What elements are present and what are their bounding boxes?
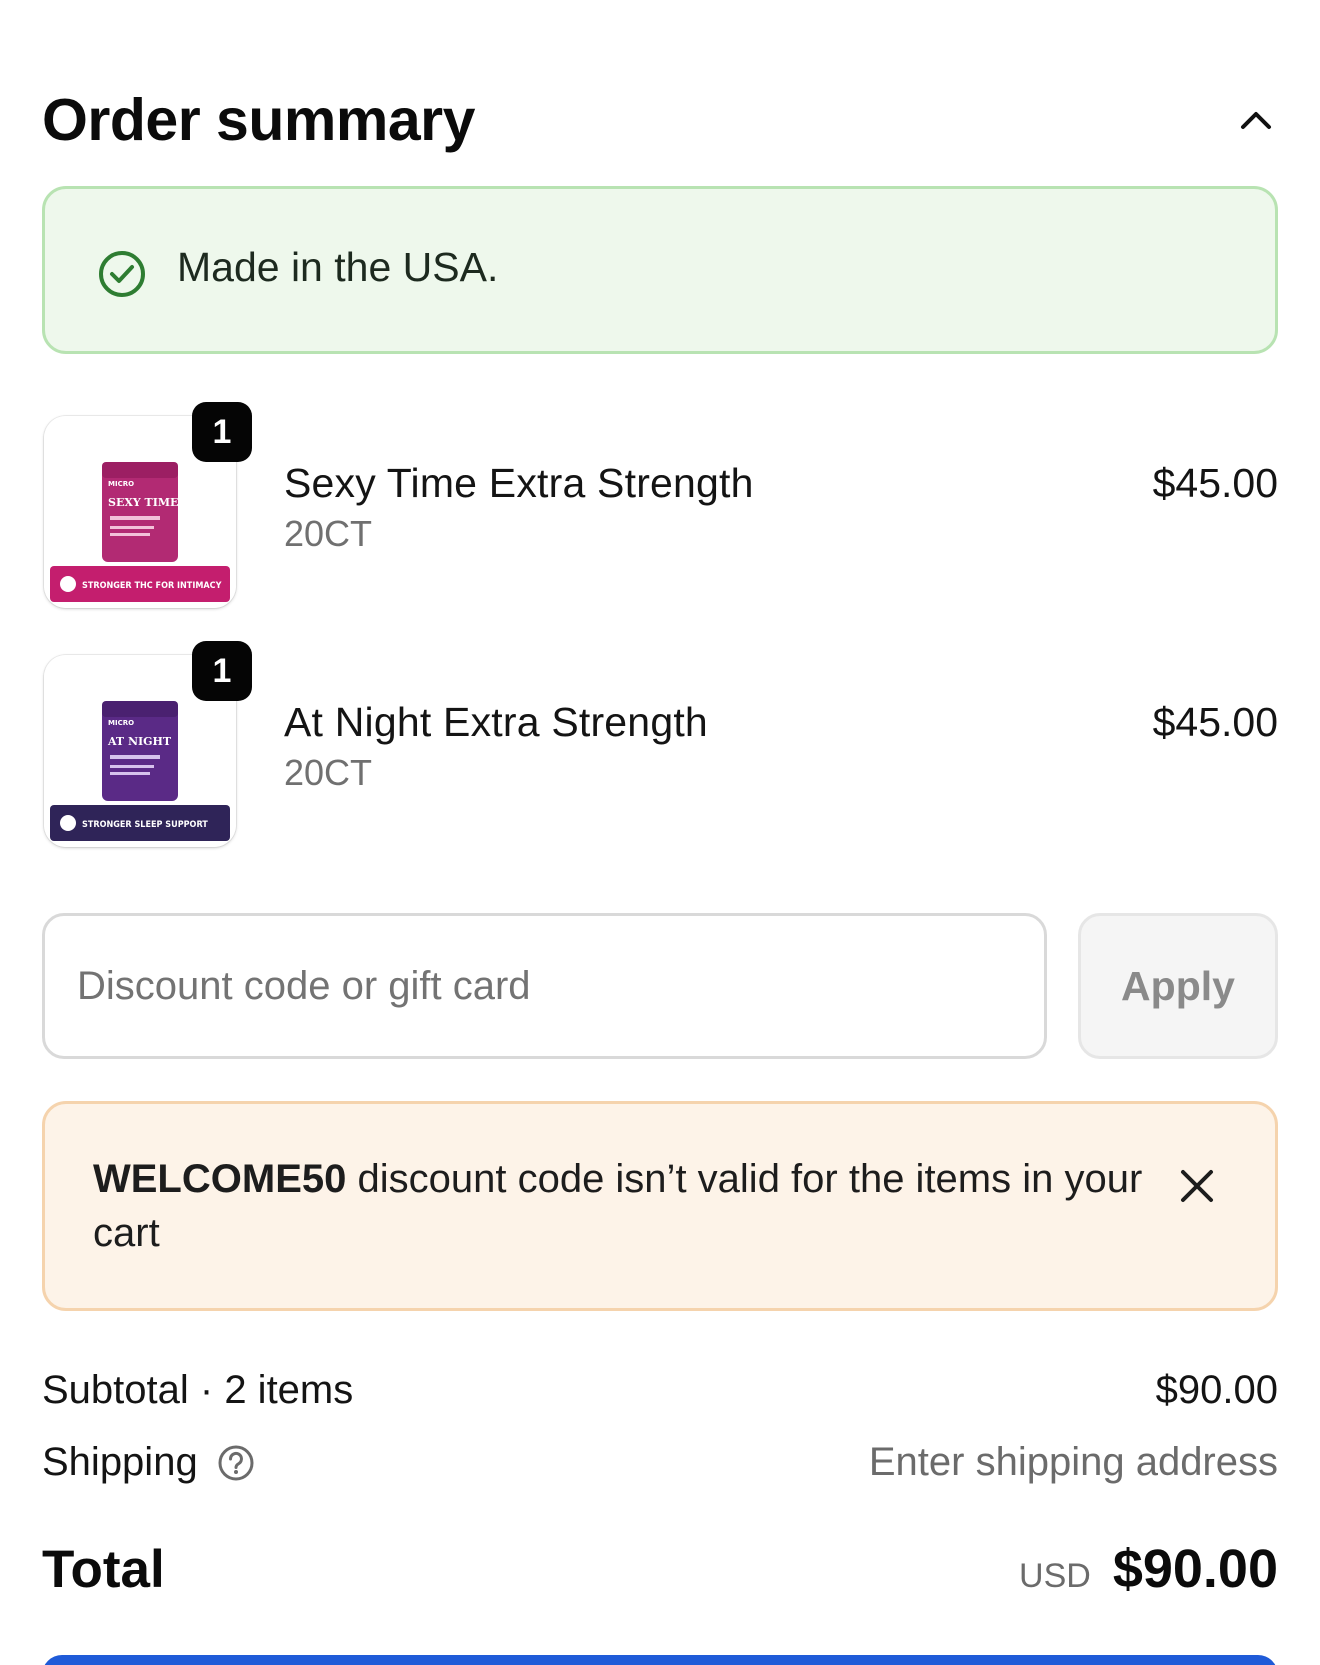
- quantity-badge: 1: [192, 402, 252, 462]
- apply-button[interactable]: Apply: [1078, 913, 1278, 1059]
- shipping-row: Shipping Enter shipping address: [42, 1440, 1278, 1485]
- item-variant: 20CT: [284, 752, 373, 793]
- shipping-label: Shipping: [42, 1440, 198, 1484]
- svg-text:MICRO: MICRO: [108, 719, 134, 727]
- total-label: Total: [42, 1540, 165, 1599]
- discount-code: WELCOME50: [93, 1157, 347, 1201]
- discount-code-input[interactable]: [42, 913, 1047, 1059]
- subtotal-row: Subtotal · 2 items $90.00: [42, 1368, 1278, 1413]
- quantity-badge: 1: [192, 641, 252, 701]
- total-value: $90.00: [1112, 1539, 1278, 1599]
- item-variant: 20CT: [284, 513, 373, 554]
- total-currency: USD: [1019, 1557, 1091, 1595]
- discount-form: Apply: [42, 913, 1278, 1059]
- svg-text:AT NIGHT: AT NIGHT: [107, 735, 172, 748]
- warning-message: WELCOME50 discount code isn’t valid for …: [93, 1152, 1145, 1260]
- order-summary-page: Order summary Made in the USA. MICRO SEX…: [0, 0, 1320, 1665]
- made-in-usa-banner: Made in the USA.: [42, 186, 1278, 354]
- pay-now-button[interactable]: [42, 1655, 1278, 1665]
- svg-text:MICRO: MICRO: [108, 480, 134, 488]
- discount-warning: WELCOME50 discount code isn’t valid for …: [42, 1101, 1278, 1311]
- subtotal-value: $90.00: [1155, 1368, 1278, 1412]
- chevron-up-icon[interactable]: [1234, 98, 1278, 142]
- page-title: Order summary: [42, 87, 475, 153]
- svg-text:STRONGER SLEEP SUPPORT: STRONGER SLEEP SUPPORT: [82, 820, 208, 830]
- total-row: Total USD $90.00: [42, 1538, 1278, 1600]
- shipping-label-wrap: Shipping: [42, 1440, 256, 1485]
- item-name: At Night Extra Strength: [284, 699, 708, 745]
- item-price: $45.00: [1152, 699, 1278, 745]
- item-name: Sexy Time Extra Strength: [284, 460, 754, 506]
- close-icon[interactable]: [1175, 1164, 1219, 1208]
- total-amount: USD $90.00: [1019, 1538, 1278, 1600]
- svg-text:STRONGER THC FOR INTIMACY: STRONGER THC FOR INTIMACY: [82, 581, 222, 591]
- item-price: $45.00: [1152, 460, 1278, 506]
- question-circle-icon[interactable]: [216, 1443, 256, 1483]
- line-item: MICRO AT NIGHT STRONGER SLEEP SUPPORT 1 …: [42, 641, 1278, 847]
- banner-text: Made in the USA.: [177, 243, 499, 290]
- subtotal-label: Subtotal · 2 items: [42, 1368, 354, 1412]
- order-summary-header[interactable]: Order summary: [42, 78, 1278, 162]
- shipping-value: Enter shipping address: [868, 1440, 1278, 1484]
- line-item: MICRO SEXY TIME STRONGER THC FOR INTIMAC…: [42, 402, 1278, 608]
- check-circle-icon: [97, 249, 147, 299]
- svg-text:SEXY TIME: SEXY TIME: [108, 496, 178, 509]
